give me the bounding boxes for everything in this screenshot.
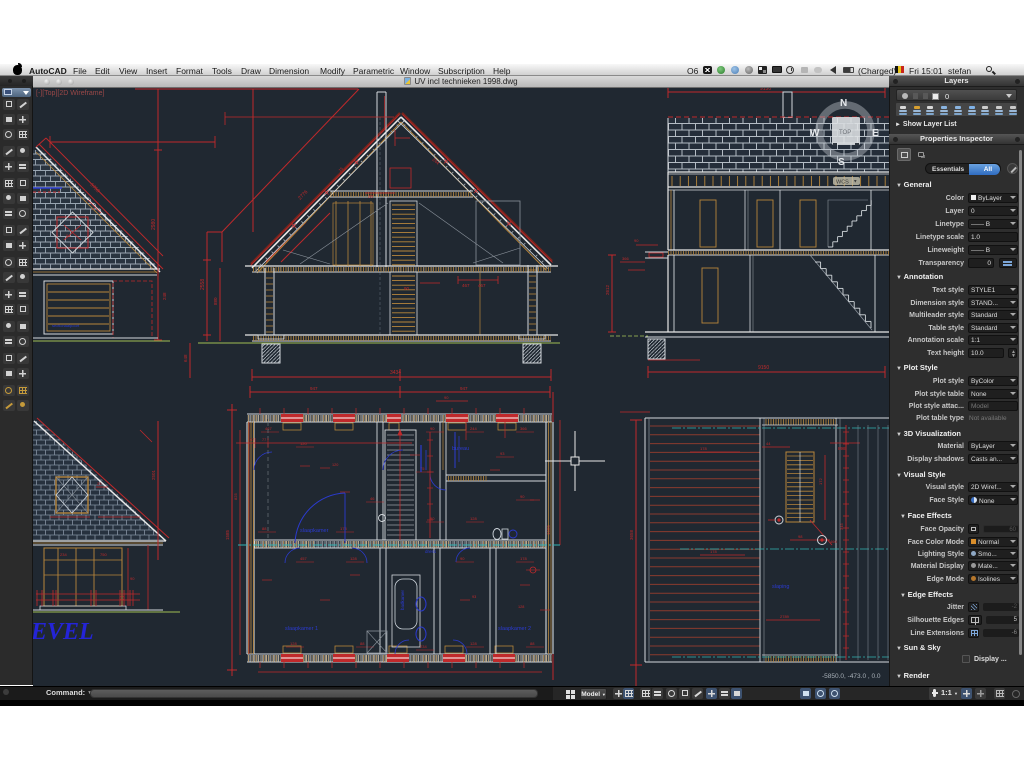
svg-text:46: 46 — [370, 496, 375, 501]
svg-text:44: 44 — [766, 441, 771, 446]
svg-text:[-][Top][2D Wireframe]: [-][Top][2D Wireframe] — [36, 90, 105, 97]
svg-text:dress: dress — [425, 549, 437, 554]
svg-text:88: 88 — [360, 641, 365, 646]
svg-text:1585: 1585 — [225, 529, 230, 540]
svg-text:90: 90 — [460, 556, 465, 561]
svg-text:S: S — [838, 157, 845, 168]
svg-text:93: 93 — [500, 451, 505, 456]
svg-text:648: 648 — [183, 354, 188, 362]
svg-text:248: 248 — [162, 292, 167, 300]
svg-text:2501: 2501 — [151, 469, 156, 480]
svg-text:467: 467 — [462, 283, 470, 288]
svg-text:366: 366 — [520, 426, 527, 431]
svg-text:244: 244 — [470, 426, 477, 431]
svg-text:90: 90 — [430, 426, 435, 431]
svg-text:178: 178 — [710, 549, 717, 554]
svg-text:9150: 9150 — [758, 365, 769, 371]
svg-text:67: 67 — [250, 438, 254, 442]
svg-text:2776: 2776 — [297, 189, 309, 201]
svg-text:x: x — [92, 206, 94, 211]
svg-text:sectionaalpoort: sectionaalpoort — [52, 323, 80, 328]
svg-text:9150: 9150 — [760, 86, 771, 92]
svg-text:slaping: slaping — [772, 584, 789, 590]
svg-text:244: 244 — [431, 157, 440, 166]
svg-text:120: 120 — [300, 441, 307, 446]
svg-text:467: 467 — [265, 426, 272, 431]
svg-text:93: 93 — [472, 595, 476, 599]
svg-text:30: 30 — [368, 194, 374, 199]
svg-text:90: 90 — [520, 494, 525, 499]
svg-text:128: 128 — [350, 556, 357, 561]
svg-text:2612: 2612 — [605, 284, 610, 295]
svg-text:-5850.0, -473.0 , 0.0: -5850.0, -473.0 , 0.0 — [822, 673, 881, 680]
svg-text:128: 128 — [290, 641, 297, 646]
svg-text:2558: 2558 — [200, 279, 206, 290]
svg-text:98: 98 — [798, 534, 803, 539]
svg-text:120: 120 — [332, 463, 338, 467]
svg-text:234: 234 — [60, 552, 67, 557]
svg-text:90: 90 — [130, 576, 135, 581]
svg-text:TOP: TOP — [839, 130, 851, 136]
svg-text:178: 178 — [340, 526, 347, 531]
svg-text:2980: 2980 — [151, 219, 157, 230]
svg-text:5750: 5750 — [89, 182, 101, 194]
svg-text:366: 366 — [622, 256, 629, 261]
svg-text:128: 128 — [518, 605, 524, 609]
svg-text:345: 345 — [839, 523, 844, 530]
svg-text:E: E — [872, 128, 879, 139]
svg-text:178: 178 — [700, 446, 707, 451]
svg-text:128: 128 — [470, 641, 477, 646]
svg-text:947: 947 — [460, 386, 468, 391]
svg-text:467: 467 — [478, 283, 486, 288]
svg-text:825: 825 — [233, 493, 238, 500]
svg-text:90: 90 — [404, 286, 410, 291]
svg-text:898: 898 — [838, 446, 846, 451]
svg-text:172: 172 — [818, 478, 823, 485]
svg-text:N: N — [840, 98, 847, 109]
svg-text:25: 25 — [97, 481, 102, 486]
svg-text:128: 128 — [470, 516, 477, 521]
svg-text:3658: 3658 — [629, 529, 634, 540]
svg-text:750: 750 — [100, 552, 107, 557]
svg-text:EVEL: EVEL — [30, 619, 94, 645]
svg-text:77: 77 — [262, 438, 266, 442]
svg-text:234: 234 — [420, 644, 427, 649]
svg-text:3434: 3434 — [390, 370, 401, 376]
svg-text:WCS: WCS — [836, 180, 849, 186]
svg-text:04: 04 — [66, 233, 71, 238]
svg-text:880: 880 — [213, 297, 218, 305]
svg-text:88: 88 — [262, 526, 267, 531]
svg-text:457: 457 — [300, 556, 307, 561]
svg-text:88: 88 — [530, 641, 535, 646]
svg-text:90: 90 — [444, 395, 449, 400]
svg-text:947: 947 — [310, 386, 318, 391]
svg-text:slaapkamer: slaapkamer — [300, 528, 329, 534]
svg-text:178: 178 — [520, 556, 527, 561]
svg-text:slaapkamer 2: slaapkamer 2 — [498, 626, 531, 632]
svg-text:W: W — [810, 128, 820, 139]
svg-text:90: 90 — [634, 238, 639, 243]
svg-text:2789: 2789 — [780, 614, 790, 619]
svg-text:460: 460 — [830, 539, 837, 544]
svg-text:badkamer: badkamer — [400, 589, 405, 610]
svg-text:slaapkamer 1: slaapkamer 1 — [285, 626, 318, 632]
